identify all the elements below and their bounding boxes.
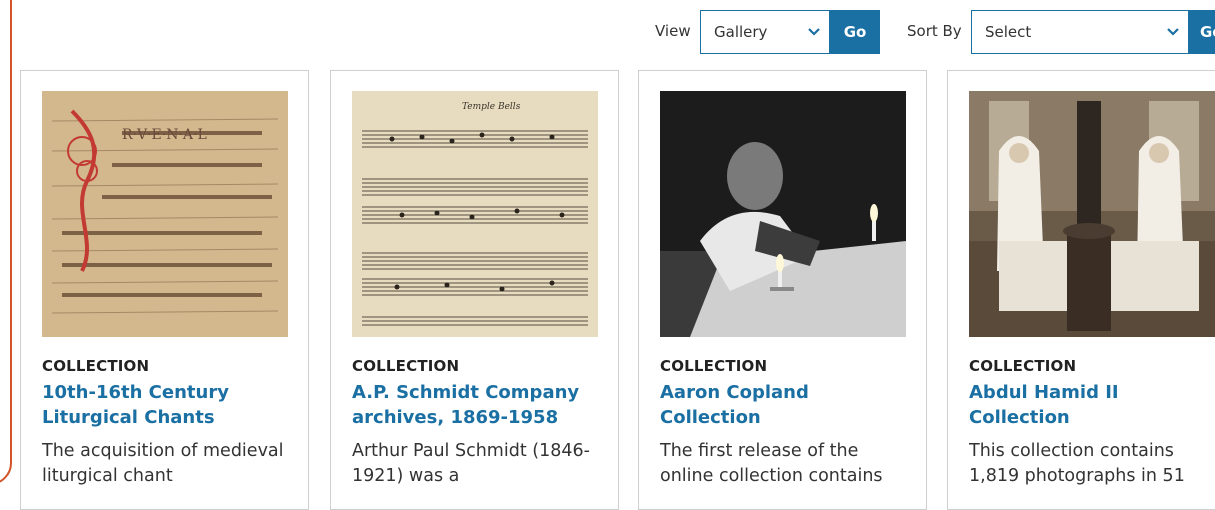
sort-select-value: Select	[985, 23, 1032, 41]
view-label: View	[655, 22, 691, 40]
view-select-value: Gallery	[714, 23, 768, 41]
collection-thumbnail[interactable]: R·V·E·N·A·L	[42, 91, 288, 337]
card-kicker: COLLECTION	[42, 357, 150, 375]
card-title-link[interactable]: 10th-16th Century Liturgical Chants	[42, 380, 292, 430]
results-toolbar: View Gallery Go Sort By Select Go	[0, 10, 1215, 54]
card-kicker: COLLECTION	[660, 357, 768, 375]
sort-select[interactable]: Select	[971, 10, 1189, 54]
card-description: This collection contains 1,819 photograp…	[969, 441, 1185, 486]
card-title-link[interactable]: Aaron Copland Collection	[660, 380, 910, 430]
sort-go-button[interactable]: Go	[1189, 10, 1215, 54]
card-title-link[interactable]: A.P. Schmidt Company archives, 1869-1958	[352, 380, 602, 430]
svg-text:R·V·E·N·A·L: R·V·E·N·A·L	[122, 127, 207, 143]
view-go-button[interactable]: Go	[830, 10, 880, 54]
collection-card[interactable]: Temple Bells COLLECTION A.P. Schmidt Com…	[330, 70, 619, 510]
collection-card[interactable]: COLLECTION Abdul Hamid II Collection Thi…	[947, 70, 1215, 510]
sort-by-label: Sort By	[907, 22, 962, 40]
collection-thumbnail[interactable]: Temple Bells	[352, 91, 598, 337]
card-description: The first release of the online collecti…	[660, 441, 883, 486]
card-description: The acquisition of medieval liturgical c…	[42, 441, 284, 486]
collection-card[interactable]: COLLECTION Aaron Copland Collection The …	[638, 70, 927, 510]
svg-text:Temple Bells: Temple Bells	[462, 102, 521, 112]
view-select[interactable]: Gallery	[700, 10, 830, 54]
chevron-down-icon	[1158, 27, 1188, 37]
collection-thumbnail[interactable]	[660, 91, 906, 337]
chevron-down-icon	[799, 27, 829, 37]
collection-thumbnail[interactable]	[969, 91, 1215, 337]
card-kicker: COLLECTION	[352, 357, 460, 375]
left-accent-border	[0, 0, 12, 485]
card-description: Arthur Paul Schmidt (1846-1921) was a	[352, 441, 590, 486]
collection-card[interactable]: R·V·E·N·A·L COLLECTION 10th-16th Century…	[20, 70, 309, 510]
card-title-link[interactable]: Abdul Hamid II Collection	[969, 380, 1215, 430]
card-kicker: COLLECTION	[969, 357, 1077, 375]
